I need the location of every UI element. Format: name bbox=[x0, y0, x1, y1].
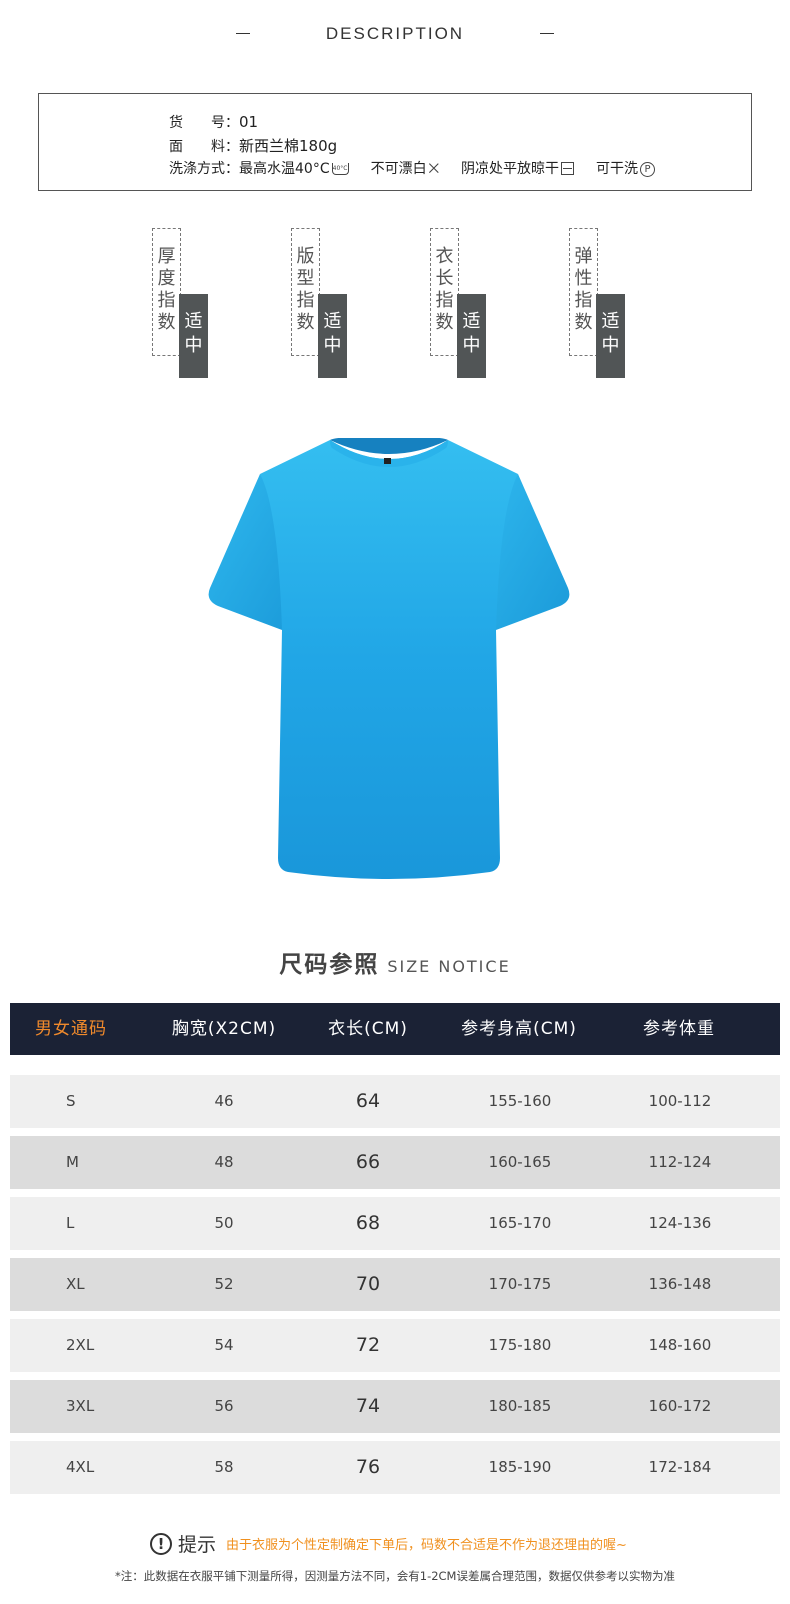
cell-chest: 46 bbox=[214, 1092, 234, 1110]
material-label: 面 料： bbox=[169, 139, 239, 155]
dry-flat-text: 阴凉处平放晾干 bbox=[461, 161, 559, 177]
cell-length: 68 bbox=[355, 1212, 381, 1234]
footnote: *注：此数据在衣服平铺下测量所得，因测量方法不同，会有1-2CM误差属合理范围，… bbox=[115, 1569, 675, 1583]
wash-label: 洗涤方式： bbox=[169, 161, 239, 177]
spec-row-wash: 洗涤方式：最高水温40°C 40°C 不可漂白 ⨉ 阴凉处平放晾干 可干洗 P bbox=[169, 158, 677, 178]
length-index-label: 衣长指数 bbox=[435, 246, 454, 333]
length-index-card: 衣长指数 适中 bbox=[430, 228, 490, 378]
cell-height: 185-190 bbox=[488, 1458, 552, 1476]
cell-size: L bbox=[66, 1214, 75, 1232]
cell-length: 66 bbox=[355, 1151, 381, 1173]
dry-clean-text: 可干洗 bbox=[596, 161, 638, 177]
table-row: L 50 68 165-170 124-136 bbox=[10, 1197, 780, 1250]
table-row: 3XL 56 74 180-185 160-172 bbox=[10, 1380, 780, 1433]
elasticity-index-label: 弹性指数 bbox=[574, 246, 593, 333]
exclamation-icon: ! bbox=[150, 1532, 172, 1555]
cell-weight: 124-136 bbox=[648, 1214, 712, 1232]
thickness-index-card: 厚度指数 适中 bbox=[152, 228, 212, 378]
fit-index-value: 适中 bbox=[323, 311, 342, 356]
cell-weight: 100-112 bbox=[648, 1092, 712, 1110]
tip-text: 由于衣服为个性定制确定下单后，码数不合适是不作为退还理由的喔~ bbox=[226, 1538, 627, 1553]
cell-weight: 112-124 bbox=[648, 1153, 712, 1171]
neck-label bbox=[384, 458, 391, 464]
cell-chest: 48 bbox=[214, 1153, 234, 1171]
cell-length: 76 bbox=[355, 1456, 381, 1478]
no-bleach-icon: ⨉ bbox=[428, 161, 439, 177]
cell-length: 70 bbox=[355, 1273, 381, 1295]
wash-no-bleach: 不可漂白 ⨉ bbox=[371, 158, 439, 178]
cell-length: 74 bbox=[355, 1395, 381, 1417]
description-title: DESCRIPTION bbox=[325, 24, 465, 43]
thickness-index-value-box: 适中 bbox=[179, 294, 208, 378]
elasticity-index-value-box: 适中 bbox=[596, 294, 625, 378]
cell-size: 4XL bbox=[66, 1458, 95, 1476]
cell-chest: 56 bbox=[214, 1397, 234, 1415]
cell-height: 160-165 bbox=[488, 1153, 552, 1171]
tip-label: 提示 bbox=[178, 1534, 217, 1556]
dry-clean-icon: P bbox=[640, 161, 655, 177]
cell-height: 180-185 bbox=[488, 1397, 552, 1415]
fit-index-label: 版型指数 bbox=[296, 246, 315, 333]
tshirt-product-image bbox=[208, 438, 570, 879]
table-header: 男女通码 胸宽(X2CM) 衣长(CM) 参考身高(CM) 参考体重 bbox=[10, 1003, 780, 1055]
cell-chest: 54 bbox=[214, 1336, 234, 1354]
material-value: 新西兰棉180g bbox=[239, 137, 338, 155]
table-row: XL 52 70 170-175 136-148 bbox=[10, 1258, 780, 1311]
elasticity-index-card: 弹性指数 适中 bbox=[569, 228, 629, 378]
size-section-title: 尺码参照 SIZE NOTICE bbox=[0, 945, 790, 979]
wash-dry-clean: 可干洗 P bbox=[596, 158, 655, 178]
header-weight: 参考体重 bbox=[643, 1019, 715, 1039]
header-chest: 胸宽(X2CM) bbox=[171, 1019, 277, 1039]
thickness-index-label: 厚度指数 bbox=[157, 246, 176, 333]
wash-temp: 最高水温40°C 40°C bbox=[239, 158, 349, 178]
spec-row-material: 面 料：新西兰棉180g bbox=[169, 135, 337, 156]
cell-weight: 148-160 bbox=[648, 1336, 712, 1354]
fit-index-card: 版型指数 适中 bbox=[291, 228, 351, 378]
cell-height: 175-180 bbox=[488, 1336, 552, 1354]
table-row: S 46 64 155-160 100-112 bbox=[10, 1075, 780, 1128]
header-height: 参考身高(CM) bbox=[461, 1019, 577, 1039]
table-row: 4XL 58 76 185-190 172-184 bbox=[10, 1441, 780, 1494]
cell-chest: 50 bbox=[214, 1214, 234, 1232]
cell-height: 170-175 bbox=[488, 1275, 552, 1293]
header-size: 男女通码 bbox=[35, 1019, 107, 1039]
header-dash-right bbox=[540, 33, 554, 34]
cell-size: 3XL bbox=[66, 1397, 95, 1415]
cell-height: 165-170 bbox=[488, 1214, 552, 1232]
cell-size: M bbox=[66, 1153, 79, 1171]
cell-chest: 58 bbox=[214, 1458, 234, 1476]
shirt-body bbox=[260, 440, 518, 879]
cell-weight: 136-148 bbox=[648, 1275, 712, 1293]
wash-dry-flat: 阴凉处平放晾干 bbox=[461, 158, 574, 178]
wash-40-icon: 40°C bbox=[331, 163, 349, 175]
table-row: M 48 66 160-165 112-124 bbox=[10, 1136, 780, 1189]
cell-height: 155-160 bbox=[488, 1092, 552, 1110]
no-bleach-text: 不可漂白 bbox=[370, 161, 427, 177]
thickness-index-value: 适中 bbox=[184, 311, 203, 356]
fit-index-value-box: 适中 bbox=[318, 294, 347, 378]
cell-size: S bbox=[66, 1092, 76, 1110]
item-no-value: 01 bbox=[239, 113, 259, 131]
cell-weight: 160-172 bbox=[648, 1397, 712, 1415]
dry-flat-shade-icon bbox=[561, 161, 574, 175]
wash-temp-text: 最高水温40°C bbox=[239, 161, 330, 177]
cell-size: 2XL bbox=[66, 1336, 95, 1354]
size-title-cn: 尺码参照 bbox=[279, 952, 380, 978]
spec-box: 货 号：01 面 料：新西兰棉180g 洗涤方式：最高水温40°C 40°C 不可漂… bbox=[38, 93, 752, 191]
length-index-value: 适中 bbox=[462, 311, 481, 356]
header-length: 衣长(CM) bbox=[328, 1019, 408, 1039]
cell-length: 64 bbox=[355, 1090, 381, 1112]
table-row: 2XL 54 72 175-180 148-160 bbox=[10, 1319, 780, 1372]
description-header: DESCRIPTION bbox=[0, 22, 790, 46]
size-title-en: SIZE NOTICE bbox=[387, 957, 511, 976]
cell-size: XL bbox=[66, 1275, 85, 1293]
cell-chest: 52 bbox=[214, 1275, 234, 1293]
tip-line: ! 提示 由于衣服为个性定制确定下单后，码数不合适是不作为退还理由的喔~ bbox=[150, 1530, 627, 1557]
cell-length: 72 bbox=[355, 1334, 381, 1356]
item-no-label: 货 号： bbox=[169, 115, 239, 131]
elasticity-index-value: 适中 bbox=[601, 311, 620, 356]
spec-row-item-no: 货 号：01 bbox=[169, 112, 258, 132]
cell-weight: 172-184 bbox=[648, 1458, 712, 1476]
length-index-value-box: 适中 bbox=[457, 294, 486, 378]
